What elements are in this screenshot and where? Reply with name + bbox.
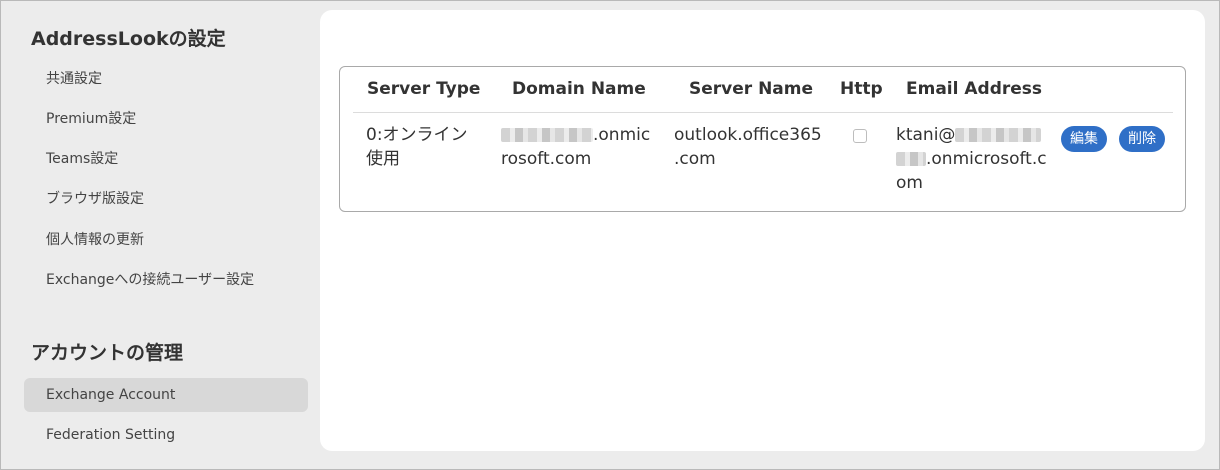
sidebar-item-teams-settings[interactable]: Teams設定 <box>24 142 308 176</box>
cell-domain-name: .onmic rosoft.com <box>501 123 650 171</box>
settings-section-title: AddressLookの設定 <box>31 28 226 50</box>
sidebar-item-federation-setting[interactable]: Federation Setting <box>24 418 308 452</box>
server-name-line1: outlook.office365 <box>674 125 822 145</box>
http-checkbox[interactable] <box>853 129 867 143</box>
domain-line1: .onmic <box>501 123 650 147</box>
main-panel: Server Type Domain Name Server Name Http… <box>320 10 1205 451</box>
sidebar: AddressLookの設定 共通設定 Premium設定 Teams設定 ブラ… <box>0 0 320 470</box>
delete-button[interactable]: 削除 <box>1119 126 1165 152</box>
sidebar-item-browser-settings[interactable]: ブラウザ版設定 <box>24 182 308 216</box>
exchange-account-table: Server Type Domain Name Server Name Http… <box>339 66 1186 212</box>
sidebar-item-premium-settings[interactable]: Premium設定 <box>24 102 308 136</box>
email-prefix: ktani@ <box>896 125 956 145</box>
column-header-domain-name: Domain Name <box>512 79 646 99</box>
cell-email: ktani@ .onmicrosoft.c om <box>896 123 1047 195</box>
edit-button[interactable]: 編集 <box>1061 126 1107 152</box>
redacted-domain-blur <box>501 128 593 142</box>
sidebar-item-exchange-account[interactable]: Exchange Account <box>24 378 308 412</box>
cell-server-type: 0:オンライン 使用 <box>366 123 468 171</box>
email-line1: ktani@ <box>896 123 1047 147</box>
email-line2: .onmicrosoft.c <box>896 147 1047 171</box>
column-header-server-type: Server Type <box>367 79 481 99</box>
domain-suffix: .onmic <box>593 125 651 145</box>
header-divider <box>353 112 1173 113</box>
column-header-http: Http <box>840 79 883 99</box>
server-name-line2: .com <box>674 149 716 169</box>
account-section-title: アカウントの管理 <box>31 342 184 364</box>
redacted-email-blur-1 <box>955 128 1042 142</box>
server-type-line1: 0:オンライン <box>366 125 468 145</box>
redacted-email-blur-2 <box>896 152 926 166</box>
server-type-line2: 使用 <box>366 149 400 169</box>
sidebar-item-exchange-user-settings[interactable]: Exchangeへの接続ユーザー設定 <box>24 263 308 297</box>
email-suffix: .onmicrosoft.c <box>926 149 1047 169</box>
domain-line2: rosoft.com <box>501 149 592 169</box>
column-header-server-name: Server Name <box>689 79 814 99</box>
sidebar-item-common-settings[interactable]: 共通設定 <box>24 62 308 96</box>
email-line3: om <box>896 173 923 193</box>
column-header-email: Email Address <box>906 79 1043 99</box>
cell-server-name: outlook.office365 .com <box>674 123 822 171</box>
sidebar-item-personal-info[interactable]: 個人情報の更新 <box>24 223 308 257</box>
